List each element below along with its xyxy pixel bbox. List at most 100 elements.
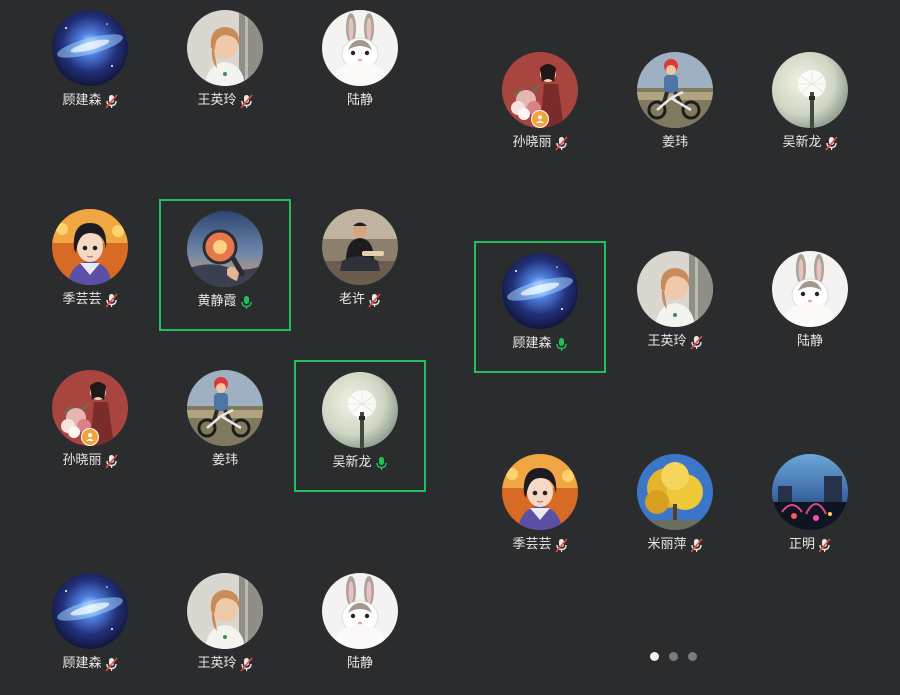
avatar[interactable] — [52, 209, 128, 285]
avatar[interactable] — [637, 251, 713, 327]
member-tile[interactable]: 姜玮 — [609, 42, 741, 174]
avatar[interactable] — [772, 454, 848, 530]
host-badge-icon — [531, 110, 549, 128]
mic-active-icon — [555, 337, 567, 351]
member-name-row: 季芸芸 — [62, 291, 118, 309]
mic-muted-icon — [824, 135, 838, 151]
member-name-row: 顾建森 — [512, 335, 567, 353]
member-name: 王英玲 — [197, 656, 237, 671]
member-name-row: 姜玮 — [212, 452, 238, 470]
member-name-row: 米丽萍 — [647, 536, 703, 554]
mic-muted-icon — [239, 93, 253, 109]
member-name: 孙晓丽 — [62, 453, 102, 468]
member-tile[interactable]: 王英玲 — [159, 0, 291, 132]
member-name: 季芸芸 — [512, 537, 552, 552]
member-tile[interactable]: 陆静 — [294, 563, 426, 695]
member-tile[interactable]: 孙晓丽 — [474, 42, 606, 174]
member-tile[interactable]: 正明 — [744, 444, 876, 576]
mic-muted-icon — [104, 93, 118, 109]
member-name: 正明 — [788, 537, 815, 552]
member-tile-speaking[interactable]: 吴新龙 — [294, 360, 426, 492]
member-tile[interactable]: 王英玲 — [159, 563, 291, 695]
member-tile[interactable]: 陆静 — [294, 0, 426, 132]
page-dot-3[interactable] — [688, 652, 697, 661]
member-name-row: 王英玲 — [197, 655, 253, 673]
avatar[interactable] — [637, 454, 713, 530]
avatar[interactable] — [637, 52, 713, 128]
mic-muted-icon — [104, 292, 118, 308]
avatar[interactable] — [52, 573, 128, 649]
page-dot-2[interactable] — [669, 652, 678, 661]
mic-muted-icon — [104, 656, 118, 672]
member-name: 米丽萍 — [647, 537, 687, 552]
avatar[interactable] — [52, 10, 128, 86]
member-tile[interactable]: 姜玮 — [159, 360, 291, 492]
member-name-row: 孙晓丽 — [512, 134, 568, 152]
member-name: 顾建森 — [62, 93, 102, 108]
member-name: 季芸芸 — [62, 292, 102, 307]
avatar[interactable] — [322, 372, 398, 448]
member-tile[interactable]: 陆静 — [744, 241, 876, 373]
member-name-row: 孙晓丽 — [62, 452, 118, 470]
member-name: 陆静 — [346, 93, 373, 108]
avatar[interactable] — [502, 253, 578, 329]
member-tile[interactable]: 孙晓丽 — [24, 360, 156, 492]
member-tile-speaking[interactable]: 顾建森 — [474, 241, 606, 373]
member-name: 姜玮 — [661, 135, 688, 150]
member-tile[interactable]: 吴新龙 — [744, 42, 876, 174]
member-name: 孙晓丽 — [512, 135, 552, 150]
mic-muted-icon — [554, 537, 568, 553]
member-name: 老许 — [338, 292, 365, 307]
member-name: 王英玲 — [197, 93, 237, 108]
video-call-grid: 顾建森 王英玲 陆静 季芸芸 黄静霞 老许 孙晓丽 姜玮 吴新龙 顾建森 王英玲 陆静 孙晓丽 姜玮 吴新龙… — [0, 0, 900, 675]
page-indicator[interactable] — [650, 652, 697, 661]
mic-muted-icon — [239, 656, 253, 672]
avatar[interactable] — [502, 52, 578, 128]
member-name-row: 老许 — [339, 291, 381, 309]
avatar[interactable] — [187, 211, 263, 287]
member-name: 陆静 — [346, 656, 373, 671]
member-name: 陆静 — [796, 334, 823, 349]
member-tile-speaking[interactable]: 黄静霞 — [159, 199, 291, 331]
avatar[interactable] — [52, 370, 128, 446]
member-tile[interactable]: 季芸芸 — [474, 444, 606, 576]
avatar[interactable] — [187, 370, 263, 446]
member-tile[interactable]: 米丽萍 — [609, 444, 741, 576]
page-dot-1[interactable] — [650, 652, 659, 661]
avatar[interactable] — [187, 573, 263, 649]
avatar[interactable] — [322, 573, 398, 649]
member-name-row: 正明 — [789, 536, 831, 554]
member-tile[interactable]: 顾建森 — [24, 0, 156, 132]
mic-muted-icon — [104, 453, 118, 469]
member-name: 吴新龙 — [332, 455, 372, 470]
member-name-row: 顾建森 — [62, 92, 118, 110]
mic-active-icon — [240, 295, 252, 309]
member-name-row: 季芸芸 — [512, 536, 568, 554]
member-tile[interactable]: 顾建森 — [24, 563, 156, 695]
member-tile[interactable]: 王英玲 — [609, 241, 741, 373]
avatar[interactable] — [772, 52, 848, 128]
member-name-row: 王英玲 — [197, 92, 253, 110]
member-name: 姜玮 — [211, 453, 238, 468]
member-name: 顾建森 — [512, 336, 552, 351]
member-name: 吴新龙 — [782, 135, 822, 150]
mic-active-icon — [375, 456, 387, 470]
host-badge-icon — [81, 428, 99, 446]
avatar[interactable] — [322, 10, 398, 86]
member-tile[interactable]: 季芸芸 — [24, 199, 156, 331]
member-name: 王英玲 — [647, 334, 687, 349]
avatar[interactable] — [322, 209, 398, 285]
mic-muted-icon — [554, 135, 568, 151]
avatar[interactable] — [772, 251, 848, 327]
member-name-row: 陆静 — [347, 655, 373, 673]
mic-muted-icon — [689, 334, 703, 350]
member-name-row: 陆静 — [797, 333, 823, 351]
avatar[interactable] — [502, 454, 578, 530]
mic-muted-icon — [689, 537, 703, 553]
member-tile[interactable]: 老许 — [294, 199, 426, 331]
member-name-row: 陆静 — [347, 92, 373, 110]
member-name-row: 黄静霞 — [197, 293, 252, 311]
member-name: 黄静霞 — [197, 294, 237, 309]
avatar[interactable] — [187, 10, 263, 86]
member-name-row: 吴新龙 — [332, 454, 387, 472]
